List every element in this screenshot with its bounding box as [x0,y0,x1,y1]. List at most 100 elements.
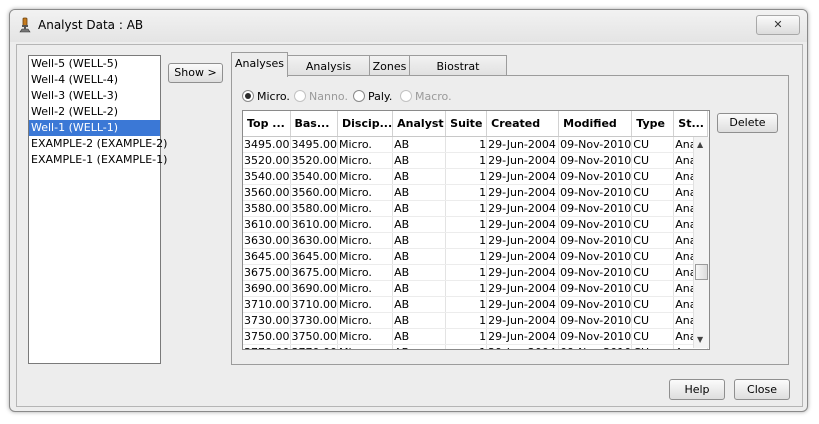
table-row[interactable]: 3690.00 3690.00 Micro. AB 1 29-Jun-2004 09-Nov… [243,280,708,297]
table-cell: Micro. [337,136,394,153]
table-cell: 3710.00 [243,296,291,313]
well-list-item[interactable]: EXAMPLE-2 (EXAMPLE-2) [29,136,167,152]
table-cell: CU [631,184,675,201]
table-cell: Micro. [337,232,394,249]
table-cell: CU [631,200,675,217]
table-row[interactable]: 3730.00 3730.00 Micro. AB 1 29-Jun-2004 09-Nov… [243,312,708,329]
table-cell: 3630.00 [290,232,338,249]
scroll-down-icon[interactable]: ▼ [697,335,703,344]
table-cell: Micro. [337,312,394,329]
well-list-item[interactable]: Well-1 (WELL-1) [29,120,160,136]
help-button[interactable]: Help [669,379,725,400]
table-cell: 3750.00 [243,328,291,345]
table-cell: 1 [445,344,488,349]
delete-button[interactable]: Delete [717,113,778,133]
table-cell: CU [631,312,675,329]
microscope-icon [19,17,31,33]
table-row[interactable]: 3630.00 3630.00 Micro. AB 1 29-Jun-2004 09-Nov… [243,232,708,249]
table-cell: 09-Nov-2010 [558,344,633,349]
table-row[interactable]: 3675.00 3675.00 Micro. AB 1 29-Jun-2004 09-Nov… [243,264,708,281]
tab-biostrat-comments[interactable]: Biostrat Comments [409,55,507,94]
column-header[interactable]: Discip... [337,111,394,137]
table-cell: CU [631,344,675,349]
column-header[interactable]: Created [486,111,560,137]
table-cell: 09-Nov-2010 [558,136,633,153]
well-list-item[interactable]: Well-5 (WELL-5) [29,56,160,72]
column-header[interactable]: Type [631,111,675,137]
column-header[interactable]: Modified [558,111,633,137]
table-cell: 3690.00 [290,280,338,297]
table-cell: 1 [445,312,488,329]
table-row[interactable]: 3770.003770.00Micro.AB129-Jun-200409-Nov… [243,344,708,349]
table-cell: 3750.00 [290,328,338,345]
radio-macro[interactable]: Macro. [400,90,452,103]
table-cell: 3645.00 [290,248,338,265]
table-cell: 3580.00 [290,200,338,217]
table-cell: Micro. [337,280,394,297]
table-cell: 3770.00 [290,344,338,349]
analyses-table[interactable]: Top ... Bas... Discip... Analyst Suite Create… [242,110,710,350]
table-cell: 3540.00 [290,168,338,185]
well-list[interactable]: Well-5 (WELL-5) Well-4 (WELL-4) Well-3 (WE… [28,55,167,364]
table-body: 3495.00 3495.00 Micro. AB 1 29-Jun-2004 09-Nov… [243,136,708,349]
well-list-item[interactable]: EXAMPLE-1 (EXAMPLE-1) [29,152,167,168]
table-cell: CU [631,216,675,233]
table-cell: AB [392,232,447,249]
column-header[interactable]: Top ... [243,111,291,137]
table-cell: 3580.00 [243,200,291,217]
table-row[interactable]: 3540.00 3540.00 Micro. AB 1 29-Jun-2004 09-Nov… [243,168,708,185]
tab-analyses[interactable]: Analyses [231,52,288,77]
table-cell: 3710.00 [290,296,338,313]
vertical-scrollbar[interactable]: ▲ ▼ [693,137,709,348]
table-row[interactable]: 3750.00 3750.00 Micro. AB 1 29-Jun-2004 09-Nov… [243,328,708,345]
table-cell: 29-Jun-2004 [486,312,560,329]
window-close-button[interactable]: ✕ [756,15,800,35]
show-button[interactable]: Show > [168,63,223,83]
table-cell: 1 [445,152,488,169]
table-row[interactable]: 3610.00 3610.00 Micro. AB 1 29-Jun-2004 09-Nov… [243,216,708,233]
table-cell: 09-Nov-2010 [558,328,633,345]
table-row[interactable]: 3710.00 3710.00 Micro. AB 1 29-Jun-2004 09-Nov… [243,296,708,313]
table-cell: 1 [445,280,488,297]
table-cell: 29-Jun-2004 [486,136,560,153]
scroll-up-icon[interactable]: ▲ [697,140,703,149]
column-header[interactable]: Bas... [290,111,338,137]
column-header[interactable]: Suite [445,111,488,137]
well-list-item[interactable]: Well-4 (WELL-4) [29,72,160,88]
column-header[interactable]: Analyst [392,111,447,137]
well-list-item[interactable]: Well-2 (WELL-2) [29,104,160,120]
radio-label-paly: Paly. [368,90,393,103]
table-cell: Micro. [337,152,394,169]
well-list-item[interactable]: Well-3 (WELL-3) [29,88,160,104]
radio-nanno[interactable]: Nanno. [294,90,348,103]
table-row[interactable]: 3495.00 3495.00 Micro. AB 1 29-Jun-2004 09-Nov… [243,136,708,153]
table-cell: 09-Nov-2010 [558,264,633,281]
table-cell: 3770.00 [243,344,291,349]
table-cell: Micro. [337,296,394,313]
table-cell: AB [392,280,447,297]
radio-indicator [294,90,306,102]
table-cell: 29-Jun-2004 [486,184,560,201]
tab-analysis-suites[interactable]: Analysis Suites [287,55,370,94]
column-header[interactable]: St... [673,111,708,137]
table-header-row: Top ... Bas... Discip... Analyst Suite Create… [243,111,708,137]
radio-micro[interactable]: Micro. [242,90,290,103]
table-cell: CU [631,328,675,345]
table-cell: 1 [445,232,488,249]
table-cell: 1 [445,248,488,265]
table-cell: Micro. [337,328,394,345]
table-row[interactable]: 3560.00 3560.00 Micro. AB 1 29-Jun-2004 09-Nov… [243,184,708,201]
table-cell: 3560.00 [290,184,338,201]
table-cell: AB [392,248,447,265]
table-cell: 3645.00 [243,248,291,265]
table-row[interactable]: 3520.00 3520.00 Micro. AB 1 29-Jun-2004 09-Nov… [243,152,708,169]
table-cell: 29-Jun-2004 [486,232,560,249]
scroll-thumb[interactable] [695,264,708,280]
table-row[interactable]: 3645.00 3645.00 Micro. AB 1 29-Jun-2004 09-Nov… [243,248,708,265]
table-row[interactable]: 3580.00 3580.00 Micro. AB 1 29-Jun-2004 09-Nov… [243,200,708,217]
radio-paly[interactable]: Paly. [353,90,392,103]
table-cell: 29-Jun-2004 [486,248,560,265]
tab-zones[interactable]: Zones [369,55,410,76]
table-cell: AB [392,344,447,349]
close-button[interactable]: Close [734,379,790,400]
